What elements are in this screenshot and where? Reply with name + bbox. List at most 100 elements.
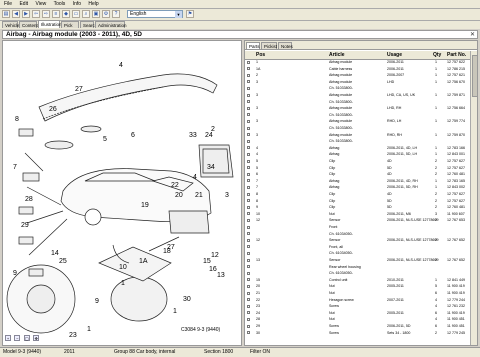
language-select[interactable]: English ▼ xyxy=(127,10,183,18)
zoom-in-icon[interactable]: + xyxy=(5,335,11,341)
vertical-scrollbar[interactable] xyxy=(470,51,478,345)
row-checkbox[interactable] xyxy=(247,67,250,71)
fit-icon[interactable]: ▢ xyxy=(23,335,30,341)
row-checkbox[interactable] xyxy=(247,245,250,249)
row-checkbox[interactable] xyxy=(247,113,250,117)
row-checkbox[interactable] xyxy=(247,251,250,255)
row-checkbox[interactable] xyxy=(247,152,250,156)
row-checkbox[interactable] xyxy=(247,172,250,176)
row-checkbox[interactable] xyxy=(247,311,250,315)
cell-part-no: 12 757 627 xyxy=(447,192,465,196)
cell-usage: 2006-2011, NLS-USE 12778699 xyxy=(387,218,439,223)
row-checkbox[interactable] xyxy=(247,271,250,275)
cell-usage: RHD, RH xyxy=(387,132,402,137)
flag-icon[interactable]: ⚑ xyxy=(186,10,194,18)
col-part-no[interactable]: Part No. xyxy=(447,51,466,59)
control-unit-box xyxy=(168,210,210,234)
row-checkbox[interactable] xyxy=(247,265,250,269)
close-icon[interactable]: ✕ xyxy=(470,31,475,39)
cell-article: Airbag module xyxy=(329,106,353,111)
search-icon[interactable]: ⌕ xyxy=(82,10,90,18)
row-checkbox[interactable] xyxy=(247,80,250,84)
row-checkbox[interactable] xyxy=(247,93,250,97)
row-checkbox[interactable] xyxy=(247,205,250,209)
airbag-illustration[interactable]: 4 27 26 8 5 6 33 24 2 34 7 28 4 22 20 21… xyxy=(3,41,241,345)
list-icon[interactable]: ≡ xyxy=(52,10,60,18)
row-checkbox[interactable] xyxy=(247,106,250,110)
row-checkbox[interactable] xyxy=(247,331,250,335)
back-icon[interactable]: ⇦ xyxy=(32,10,40,18)
row-checkbox[interactable] xyxy=(247,185,250,189)
callout-19: 19 xyxy=(141,202,149,209)
menu-view[interactable]: View xyxy=(35,0,46,8)
row-checkbox[interactable] xyxy=(247,199,250,203)
row-checkbox[interactable] xyxy=(247,258,250,262)
cell-usage: 2006-2011 xyxy=(387,60,404,64)
col-qty[interactable]: Qty xyxy=(433,51,441,59)
row-checkbox[interactable] xyxy=(247,284,250,288)
menu-file[interactable]: File xyxy=(4,0,12,8)
row-checkbox[interactable] xyxy=(247,317,250,321)
forward-icon[interactable]: ⇨ xyxy=(42,10,50,18)
callout-16: 16 xyxy=(209,266,217,273)
row-checkbox[interactable] xyxy=(247,225,250,229)
scrollbar-thumb[interactable] xyxy=(472,55,478,97)
col-pos[interactable]: Pos xyxy=(256,51,265,59)
row-checkbox[interactable] xyxy=(247,192,250,196)
cell-qty: 1 xyxy=(435,145,437,150)
tab-content[interactable]: Content xyxy=(19,21,38,28)
row-checkbox[interactable] xyxy=(247,126,250,130)
row-checkbox[interactable] xyxy=(247,100,250,104)
zoom-out-icon[interactable]: − xyxy=(14,335,21,341)
car-icon[interactable]: ◆ xyxy=(62,10,70,18)
row-checkbox[interactable] xyxy=(247,86,250,90)
row-checkbox[interactable] xyxy=(247,133,250,137)
row-checkbox[interactable] xyxy=(247,304,250,308)
cell-article: Sensor xyxy=(329,218,341,223)
row-checkbox[interactable] xyxy=(247,218,250,222)
col-article[interactable]: Article xyxy=(329,51,345,59)
row-checkbox[interactable] xyxy=(247,166,250,170)
row-checkbox[interactable] xyxy=(247,212,250,216)
row-checkbox[interactable] xyxy=(247,179,250,183)
row-checkbox[interactable] xyxy=(247,232,250,236)
forward-arrow-icon[interactable]: ▶ xyxy=(22,10,30,18)
back-arrow-icon[interactable]: ◀ xyxy=(12,10,20,18)
tab-administration[interactable]: Administration xyxy=(95,21,127,28)
print-icon[interactable]: ▤ xyxy=(2,10,10,18)
row-checkbox[interactable] xyxy=(247,119,250,123)
row-checkbox[interactable] xyxy=(247,159,250,163)
cell-article: Front xyxy=(329,225,338,229)
row-checkbox[interactable] xyxy=(247,298,250,302)
row-checkbox[interactable] xyxy=(247,278,250,282)
col-usage[interactable]: Usage xyxy=(387,51,402,59)
cell-qty: 4 xyxy=(435,304,437,309)
menu-help[interactable]: Help xyxy=(88,0,98,8)
help-icon[interactable]: ? xyxy=(112,10,120,18)
document-icon[interactable]: ▭ xyxy=(72,10,80,18)
tab-parts[interactable]: Parts xyxy=(246,42,260,49)
tab-illustration[interactable]: Illustration xyxy=(38,20,62,28)
row-checkbox[interactable] xyxy=(247,238,250,242)
row-checkbox[interactable] xyxy=(247,139,250,143)
row-checkbox[interactable] xyxy=(247,291,250,295)
cell-article: Nut xyxy=(329,284,335,289)
menu-tools[interactable]: Tools xyxy=(54,0,66,8)
callout-26: 26 xyxy=(49,106,57,113)
clipboard-icon[interactable]: ▣ xyxy=(92,10,100,18)
row-checkbox[interactable] xyxy=(247,60,250,64)
row-checkbox[interactable] xyxy=(247,146,250,150)
row-checkbox[interactable] xyxy=(247,73,250,77)
tab-vehicle[interactable]: Vehicle xyxy=(2,21,20,28)
pan-icon[interactable]: ✥ xyxy=(33,335,40,341)
menu-edit[interactable]: Edit xyxy=(19,0,28,8)
tab-pick-list[interactable]: Pick List xyxy=(61,21,79,35)
cell-pos: 3 xyxy=(256,93,258,97)
tab-notes[interactable]: Notes xyxy=(278,42,293,49)
tab-picklist[interactable]: Pickist xyxy=(261,42,277,49)
menu-info[interactable]: Info xyxy=(73,0,81,8)
tab-search[interactable]: Search xyxy=(80,21,97,28)
cell-usage: 2006-2011, 4D, LH xyxy=(387,145,418,150)
row-checkbox[interactable] xyxy=(247,324,250,328)
settings-icon[interactable]: ⚙ xyxy=(102,10,110,18)
